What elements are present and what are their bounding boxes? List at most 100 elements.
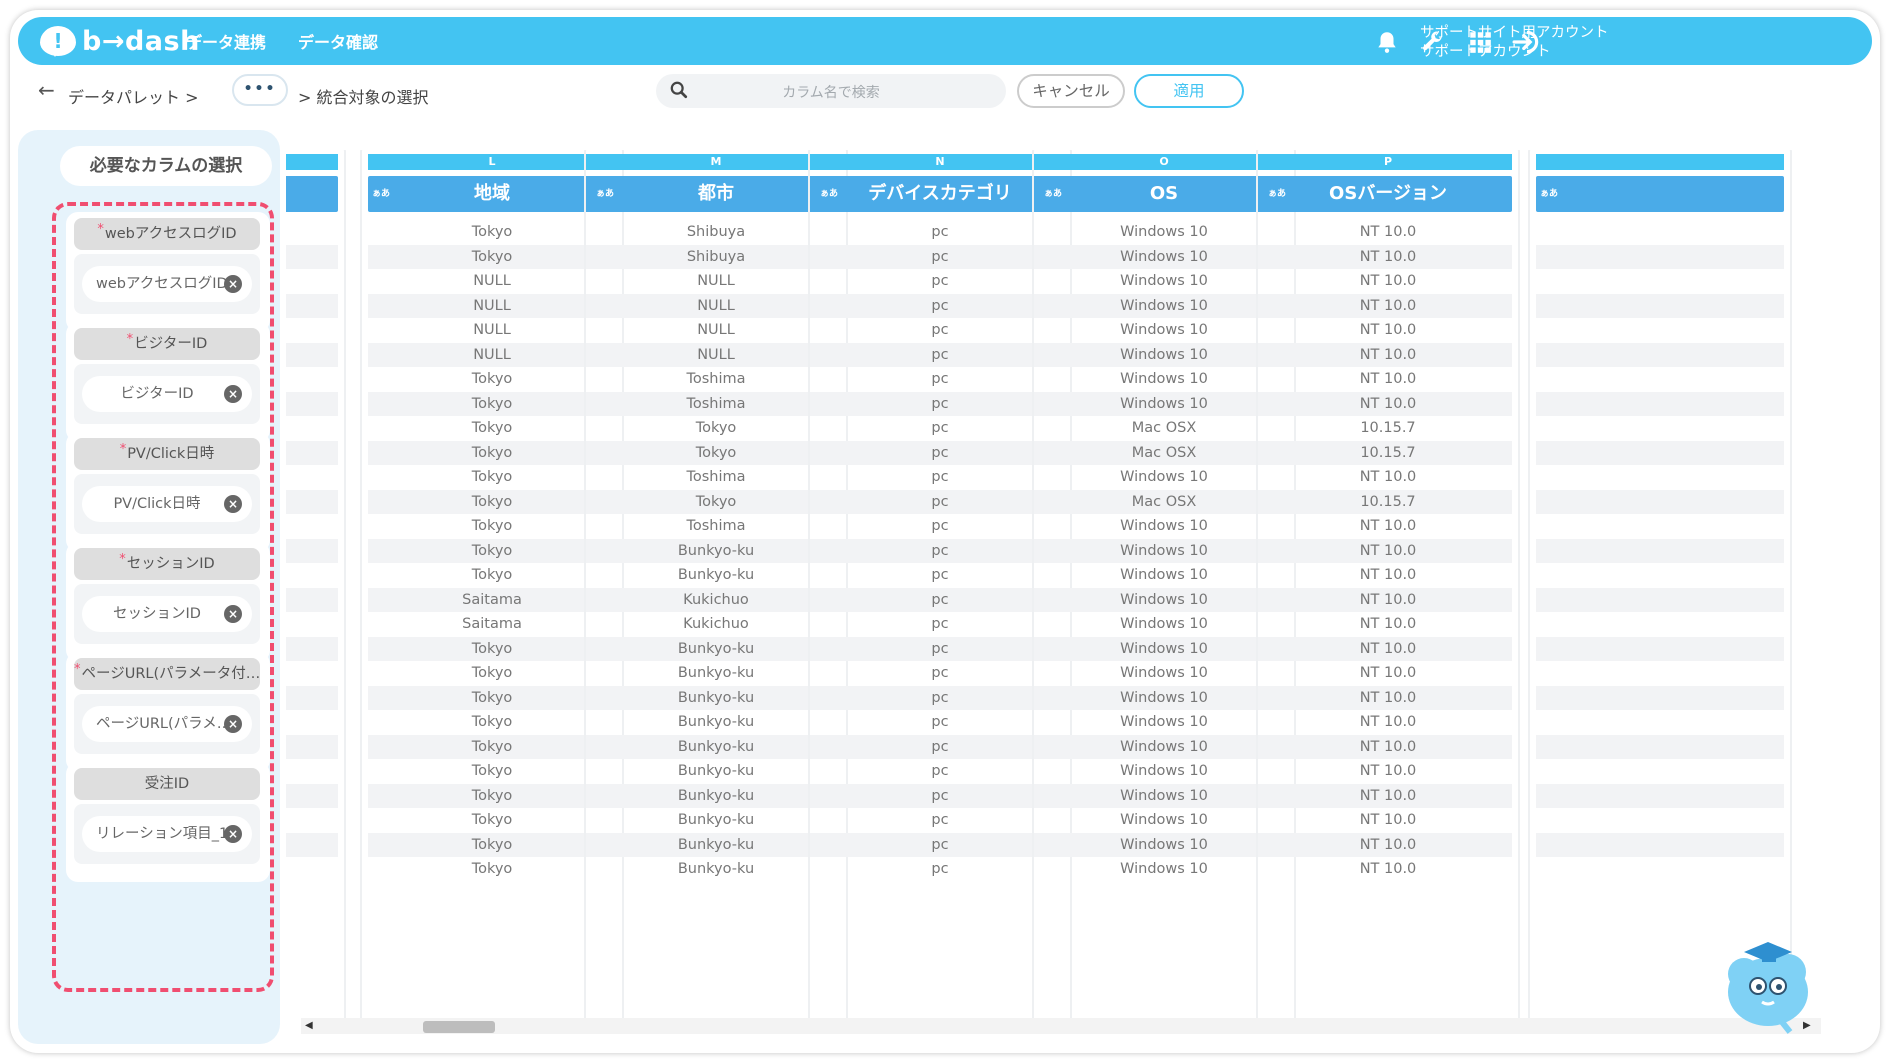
grid-cell: pc (931, 322, 949, 338)
close-icon[interactable]: × (224, 605, 242, 623)
grid-cell: Windows 10 (1040, 685, 1288, 710)
grid-cell (1536, 293, 1784, 318)
column-letter: L (368, 154, 616, 170)
grid-cell: Tokyo (471, 861, 513, 877)
data-grid: ぁあ L ぁあ 地域 Tokyo Tokyo NULL NULL NULL NULL Tokyo T… (286, 150, 1836, 1025)
grid-cell: Windows 10 (1040, 636, 1288, 661)
grid-cell (1536, 636, 1784, 661)
mapped-column-chip[interactable]: ページURL(パラメ… × (82, 706, 252, 742)
grid-cell: Windows 10 (1040, 734, 1288, 759)
close-icon[interactable]: × (224, 275, 242, 293)
required-marker: * (119, 552, 126, 567)
column-search-input[interactable]: カラム名で検索 (656, 74, 1006, 108)
mapped-column-name: PV/Click日時 (113, 496, 201, 512)
mapped-column-chip[interactable]: PV/Click日時 × (82, 486, 252, 522)
grid-cell: Bunkyo-ku (677, 665, 755, 681)
grid-cell: NT 10.0 (1359, 518, 1417, 534)
mapped-column-chip[interactable]: リレーション項目_1 × (82, 816, 252, 852)
mapped-column-chip[interactable]: webアクセスログID × (82, 266, 252, 302)
grid-cell: Tokyo (592, 440, 840, 465)
apply-button[interactable]: 適用 (1134, 74, 1244, 108)
grid-cell: Windows 10 (1120, 518, 1208, 534)
grid-cell: NT 10.0 (1359, 567, 1417, 583)
column-type-tag: ぁあ (820, 189, 839, 199)
close-icon[interactable]: × (224, 825, 242, 843)
required-column-label: *ページURL(パラメータ付… (74, 658, 260, 690)
required-marker: * (126, 332, 134, 347)
column-letter: M (592, 154, 840, 170)
grid-cell: NULL (473, 273, 511, 289)
mapped-column-slot[interactable]: webアクセスログID × (74, 254, 260, 314)
close-icon[interactable]: × (224, 495, 242, 513)
required-column-label-text: ページURL(パラメータ付… (81, 666, 261, 682)
grid-cell: Tokyo (471, 224, 513, 240)
grid-cell: Windows 10 (1040, 538, 1288, 563)
back-arrow-icon[interactable]: ← (38, 78, 55, 102)
breadcrumb-more-button[interactable]: ••• (232, 74, 288, 106)
grid-cell: Windows 10 (1120, 763, 1208, 779)
data-grid-panel: ぁあ L ぁあ 地域 Tokyo Tokyo NULL NULL NULL NULL Tokyo T… (286, 130, 1876, 1044)
column-header[interactable]: ぁあ OSバージョン (1264, 176, 1512, 212)
column-header[interactable]: ぁあ 地域 (368, 176, 616, 212)
grid-cell: NT 10.0 (1264, 293, 1512, 318)
grid-cell: Tokyo (368, 685, 616, 710)
column-header[interactable]: ぁあ 都市 (592, 176, 840, 212)
grid-cell (1536, 587, 1784, 612)
grid-cell: Windows 10 (1040, 293, 1288, 318)
wrench-icon[interactable] (1420, 29, 1446, 55)
mapped-column-chip[interactable]: ビジターID × (82, 376, 252, 412)
cancel-button[interactable]: キャンセル (1017, 74, 1125, 108)
mapped-column-slot[interactable]: ページURL(パラメ… × (74, 694, 260, 754)
grid-cell: NT 10.0 (1359, 665, 1417, 681)
nav-data-check[interactable]: データ確認 (298, 29, 378, 53)
mapped-column-slot[interactable]: PV/Click日時 × (74, 474, 260, 534)
grid-cell: NT 10.0 (1264, 342, 1512, 367)
grid-cell: pc (816, 244, 1064, 269)
grid-cell: NT 10.0 (1359, 812, 1417, 828)
close-icon[interactable]: × (224, 385, 242, 403)
grid-cell: Tokyo (471, 518, 513, 534)
grid-cell: pc (816, 440, 1064, 465)
panel-title: 必要なカラムの選択 (60, 146, 272, 186)
column-header-name: 地域 (474, 183, 510, 204)
nav-data-integration[interactable]: データ連携 (186, 29, 266, 53)
mapped-column-slot[interactable]: セッションID × (74, 584, 260, 644)
grid-cell: Windows 10 (1120, 371, 1208, 387)
close-icon[interactable]: × (224, 715, 242, 733)
apps-grid-icon[interactable] (1467, 29, 1493, 55)
column-type-tag: ぁあ (372, 189, 391, 199)
grid-cell: pc (816, 636, 1064, 661)
bdash-logo[interactable]: ! b→dash (40, 24, 200, 58)
mapped-column-slot[interactable]: リレーション項目_1 × (74, 804, 260, 864)
required-columns-panel: 必要なカラムの選択 *webアクセスログID webアクセスログID × *ビジターI… (18, 130, 280, 1044)
mapped-column-chip[interactable]: セッションID × (82, 596, 252, 632)
mapped-column-slot[interactable]: ビジターID × (74, 364, 260, 424)
grid-cell: 10.15.7 (1264, 489, 1512, 514)
grid-cell: NT 10.0 (1264, 685, 1512, 710)
grid-cell: NT 10.0 (1264, 783, 1512, 808)
column-header[interactable]: ぁあ デバイスカテゴリ (816, 176, 1064, 212)
mascot-helper-icon[interactable] (1722, 934, 1818, 1034)
grid-cell: NT 10.0 (1264, 636, 1512, 661)
bell-icon[interactable] (1374, 29, 1400, 55)
horizontal-scroll-thumb[interactable] (423, 1021, 495, 1033)
required-marker: * (97, 222, 104, 237)
grid-cell: Windows 10 (1120, 273, 1208, 289)
column-header-name: OS (1149, 183, 1179, 204)
grid-cell: NULL (592, 293, 840, 318)
grid-cell: Saitama (462, 616, 522, 632)
grid-cell: NT 10.0 (1264, 391, 1512, 416)
grid-cell (1536, 440, 1784, 465)
grid-cell: Windows 10 (1040, 832, 1288, 857)
grid-cell: Bunkyo-ku (677, 763, 755, 779)
column-header[interactable]: ぁあ OS (1040, 176, 1288, 212)
grid-cell: NT 10.0 (1359, 371, 1417, 387)
required-columns-dropzone[interactable]: *webアクセスログID webアクセスログID × *ビジターID ビジターID × *P… (52, 202, 274, 992)
mapped-column-name: ビジターID (120, 386, 194, 402)
grid-cell: NT 10.0 (1359, 273, 1417, 289)
breadcrumb-data-palette[interactable]: データパレット > (68, 84, 199, 108)
scroll-left-arrow-icon[interactable]: ◀ (305, 1020, 313, 1031)
horizontal-scrollbar[interactable]: ◀ ▶ (301, 1018, 1821, 1034)
column-header-name: 都市 (698, 183, 734, 204)
logout-icon[interactable] (1512, 29, 1542, 55)
